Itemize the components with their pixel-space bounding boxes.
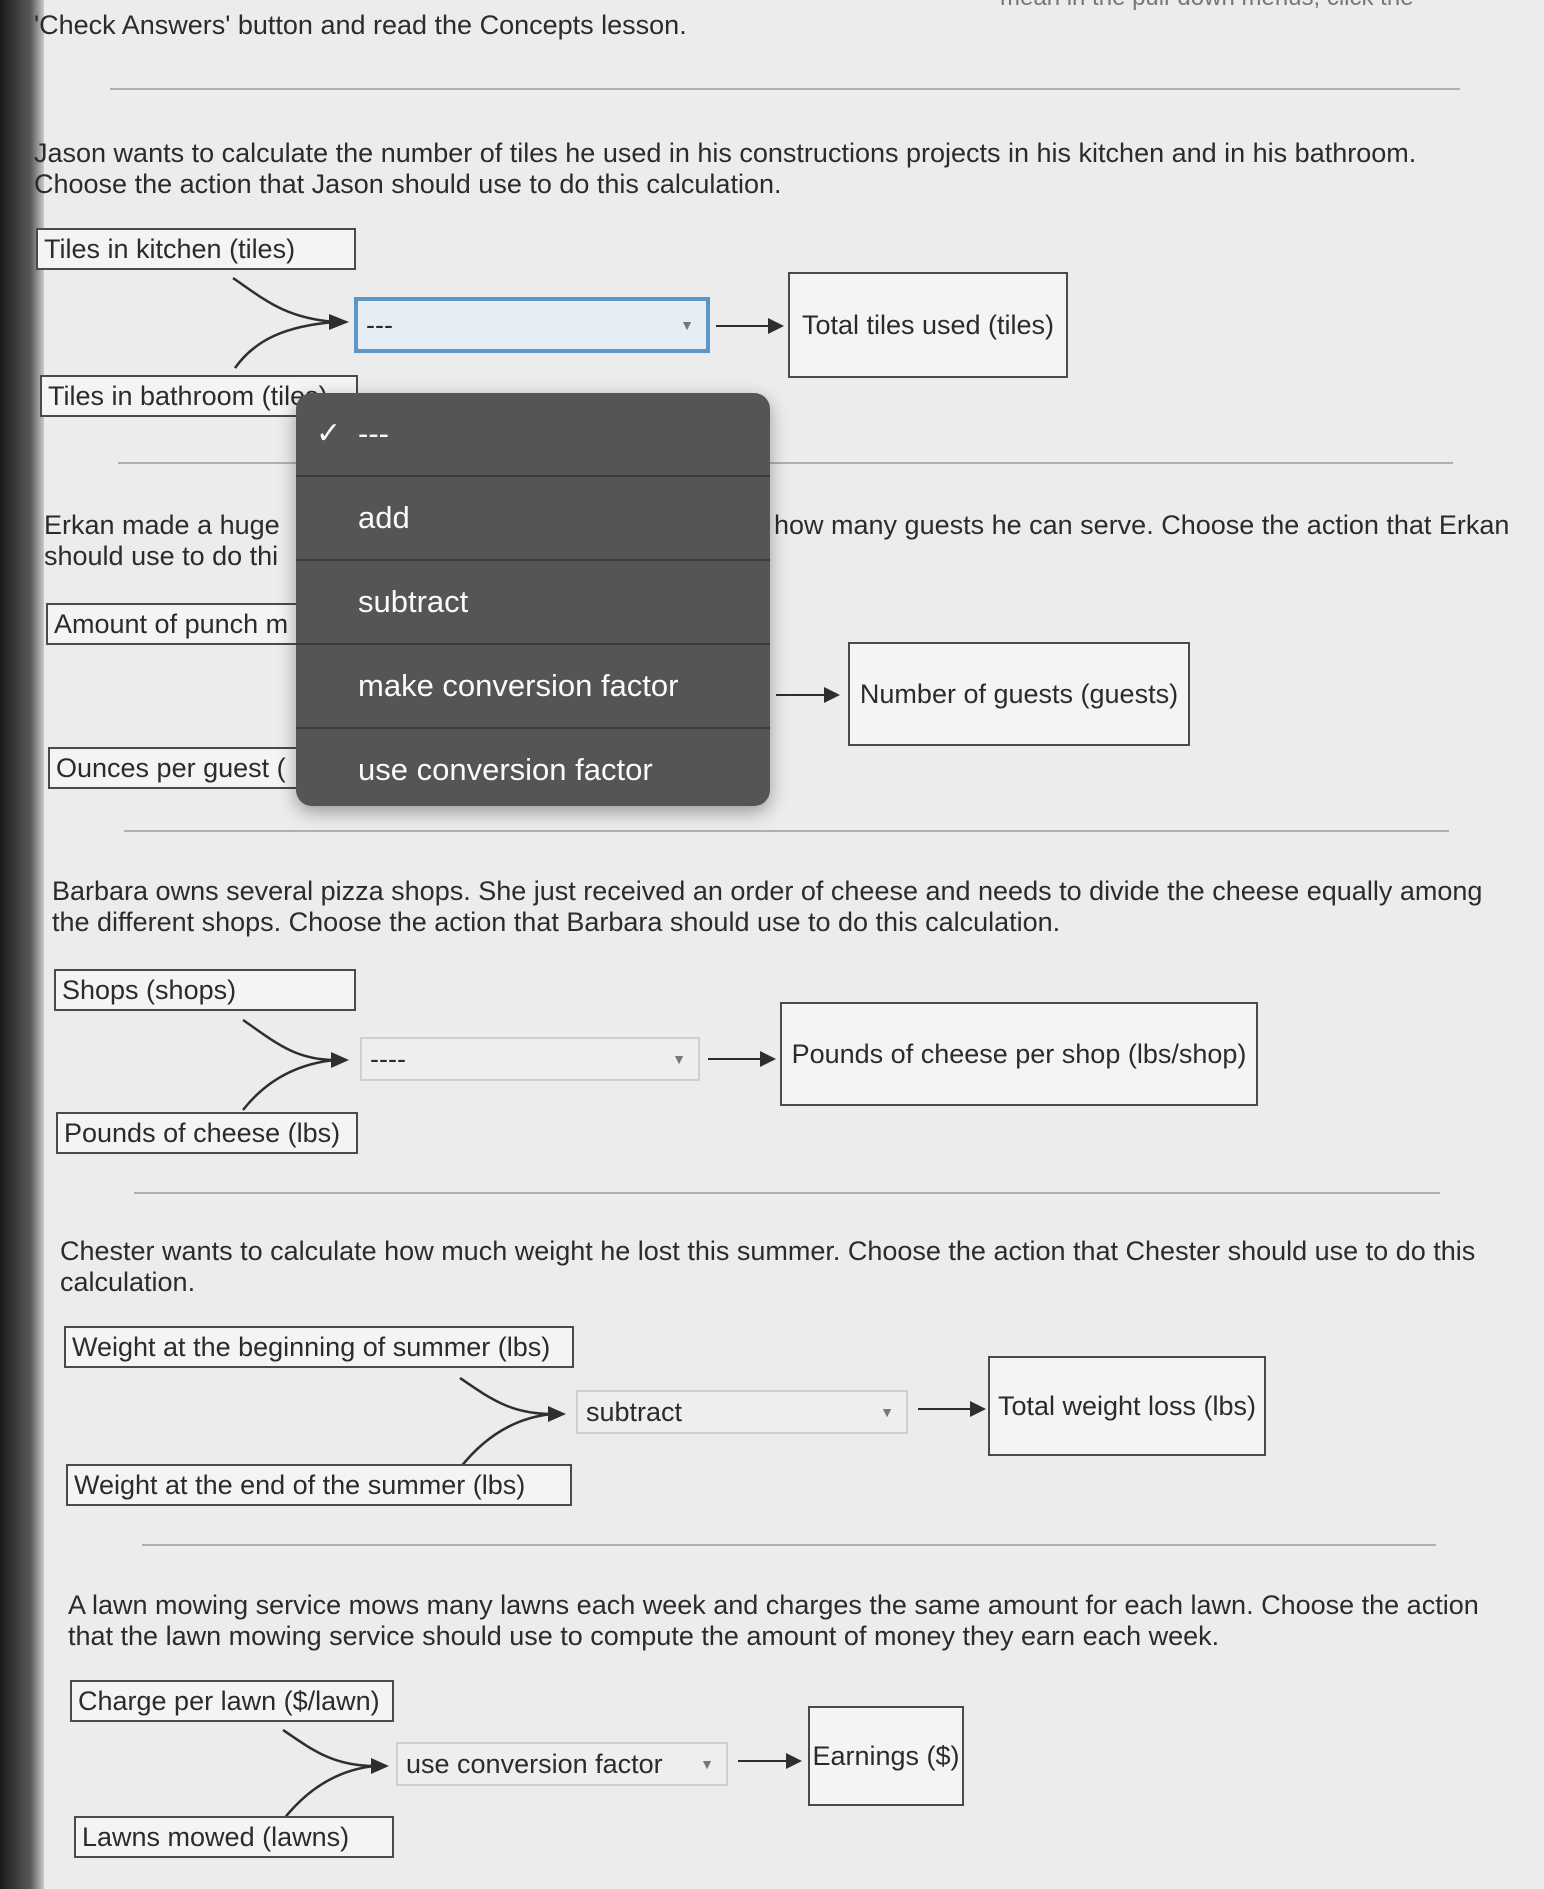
chevron-down-icon: ▼ xyxy=(880,1404,894,1420)
problem-2-input-1: Amount of punch m xyxy=(46,603,306,645)
problem-1-select-value: --- xyxy=(366,310,393,340)
problem-3-output: Pounds of cheese per shop (lbs/shop) xyxy=(780,1002,1258,1106)
problem-2-input-2: Ounces per guest ( xyxy=(48,747,306,789)
divider xyxy=(110,88,1460,90)
check-icon: ✓ xyxy=(316,417,342,450)
menu-item-none[interactable]: ✓ --- xyxy=(296,393,770,477)
problem-3-question: Barbara owns several pizza shops. She ju… xyxy=(52,876,1483,937)
problem-4-select-value: subtract xyxy=(586,1397,683,1427)
divider xyxy=(142,1544,1436,1546)
problem-1-input-1: Tiles in kitchen (tiles) xyxy=(36,228,356,270)
problem-1-arrow xyxy=(716,318,784,334)
problem-4-input-2: Weight at the end of the summer (lbs) xyxy=(66,1464,572,1506)
problem-2-question-start: Erkan made a huge xyxy=(44,510,280,540)
menu-item-label: subtract xyxy=(358,584,469,619)
screen-edge xyxy=(0,0,44,1889)
instructions-partial: mean in the pull-down menus, click the xyxy=(1000,0,1414,13)
chevron-down-icon: ▼ xyxy=(680,317,694,333)
problem-3-select-value: ---- xyxy=(370,1044,406,1074)
menu-item-label: use conversion factor xyxy=(358,752,653,787)
problem-4-action-select[interactable]: subtract ▼ xyxy=(576,1390,908,1434)
divider xyxy=(124,830,1449,832)
problem-5-input-1: Charge per lawn ($/lawn) xyxy=(70,1680,394,1722)
problem-3-arrow xyxy=(708,1051,776,1067)
problem-1-connector xyxy=(232,276,349,369)
problem-5-output: Earnings ($) xyxy=(808,1706,964,1806)
chevron-down-icon: ▼ xyxy=(700,1756,714,1772)
problem-4-question: Chester wants to calculate how much weig… xyxy=(60,1236,1476,1297)
problem-3-input-1: Shops (shops) xyxy=(54,969,356,1011)
problem-5-select-value: use conversion factor xyxy=(406,1749,663,1779)
menu-item-make-conversion-factor[interactable]: make conversion factor xyxy=(296,645,770,729)
instructions-text: 'Check Answers' button and read the Conc… xyxy=(34,10,687,40)
chevron-down-icon: ▼ xyxy=(672,1051,686,1067)
problem-1-action-select[interactable]: --- ▼ xyxy=(354,297,710,353)
problem-2-question-line2: should use to do thi xyxy=(44,541,279,571)
problem-2-arrow xyxy=(776,687,840,703)
problem-4-arrow xyxy=(918,1401,986,1417)
problem-5-arrow xyxy=(738,1753,802,1769)
menu-item-subtract[interactable]: subtract xyxy=(296,561,770,645)
problem-1-output: Total tiles used (tiles) xyxy=(788,272,1068,378)
problem-3-input-2: Pounds of cheese (lbs) xyxy=(56,1112,358,1154)
problem-2-output: Number of guests (guests) xyxy=(848,642,1190,746)
menu-item-label: --- xyxy=(358,416,389,451)
divider xyxy=(134,1192,1440,1194)
problem-5-input-2: Lawns mowed (lawns) xyxy=(74,1816,394,1858)
menu-item-use-conversion-factor[interactable]: use conversion factor xyxy=(296,729,770,806)
worksheet-page: mean in the pull-down menus, click the '… xyxy=(0,0,1544,1889)
menu-item-label: add xyxy=(358,500,410,535)
problem-5-action-select[interactable]: use conversion factor ▼ xyxy=(396,1742,728,1786)
problem-3-action-select[interactable]: ---- ▼ xyxy=(360,1037,700,1081)
problem-4-input-1: Weight at the beginning of summer (lbs) xyxy=(64,1326,574,1368)
problem-2-question-end: how many guests he can serve. Choose the… xyxy=(774,510,1510,540)
menu-item-label: make conversion factor xyxy=(358,668,679,703)
menu-item-add[interactable]: add xyxy=(296,477,770,561)
problem-4-output: Total weight loss (lbs) xyxy=(988,1356,1266,1456)
problem-3-connector xyxy=(242,1018,349,1111)
problem-5-question: A lawn mowing service mows many lawns ea… xyxy=(68,1590,1479,1651)
action-dropdown-menu[interactable]: ✓ --- add subtract make conversion facto… xyxy=(296,393,770,806)
problem-1-question: Jason wants to calculate the number of t… xyxy=(34,138,1417,199)
